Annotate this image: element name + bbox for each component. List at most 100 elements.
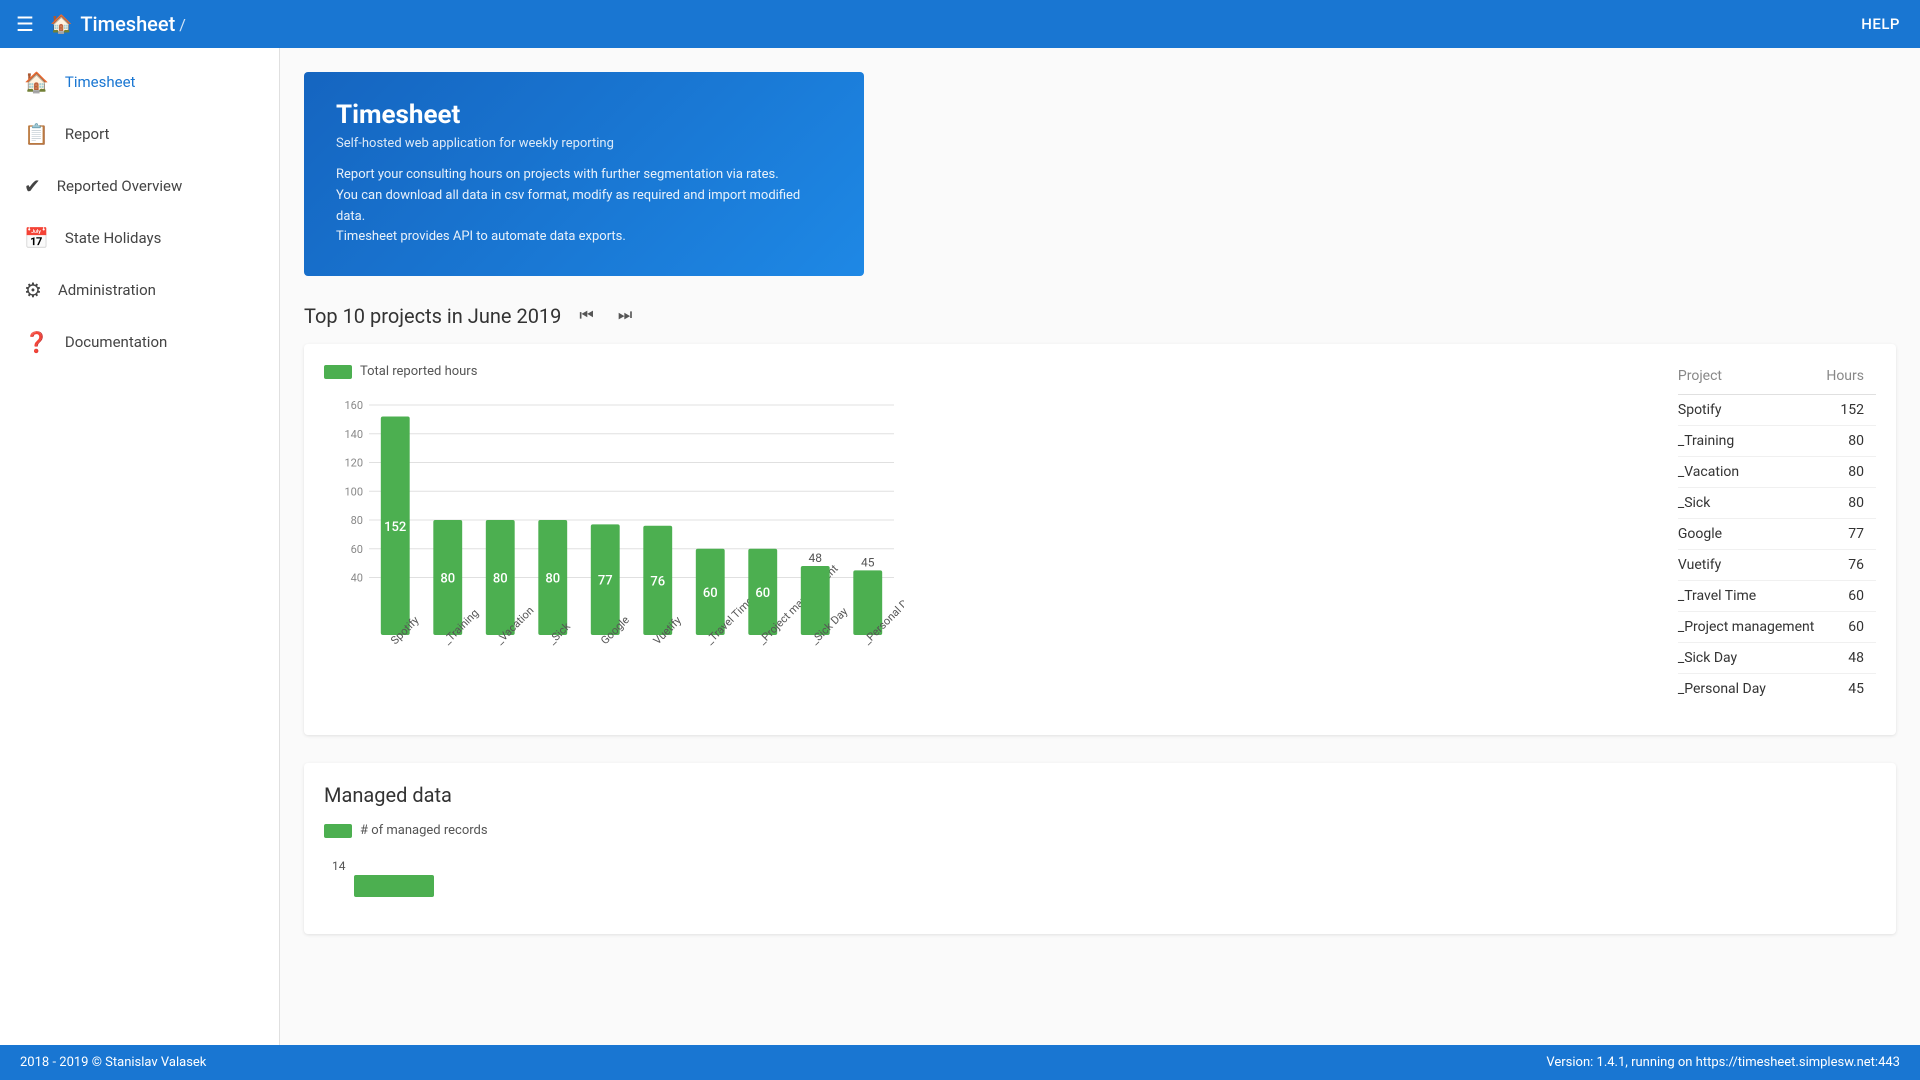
project-name: Spotify bbox=[1678, 395, 1826, 426]
menu-icon[interactable]: ☰ bbox=[16, 12, 34, 36]
bar-chart: 406080100120140160152Spotify80_Training8… bbox=[324, 395, 1638, 715]
next-button[interactable]: ⏭ bbox=[612, 305, 638, 327]
project-hours: 80 bbox=[1826, 457, 1876, 488]
help-link[interactable]: HELP bbox=[1861, 15, 1900, 33]
project-hours: 80 bbox=[1826, 426, 1876, 457]
project-hours: 45 bbox=[1826, 674, 1876, 705]
project-hours: 77 bbox=[1826, 519, 1876, 550]
project-hours: 80 bbox=[1826, 488, 1876, 519]
svg-text:76: 76 bbox=[650, 575, 665, 590]
sidebar-item-timesheet[interactable]: 🏠 Timesheet bbox=[0, 56, 279, 108]
chart-section: Total reported hours 40 60 80 100 120 140 160 1… bbox=[304, 344, 1896, 735]
svg-text:80: 80 bbox=[440, 572, 455, 587]
svg-text:160: 160 bbox=[344, 399, 363, 412]
hero-subtitle: Self-hosted web application for weekly r… bbox=[336, 136, 832, 151]
svg-text:140: 140 bbox=[344, 428, 363, 441]
project-name: _Travel Time bbox=[1678, 581, 1826, 612]
project-name: Vuetify bbox=[1678, 550, 1826, 581]
table-row: Vuetify76 bbox=[1678, 550, 1876, 581]
project-name: Google bbox=[1678, 519, 1826, 550]
gear-icon: ⚙ bbox=[24, 278, 42, 302]
sidebar-label-administration: Administration bbox=[58, 281, 156, 299]
sidebar-label-reported-overview: Reported Overview bbox=[57, 177, 182, 195]
svg-text:14: 14 bbox=[332, 859, 346, 873]
footer-version: Version: 1.4.1, running on https://times… bbox=[1546, 1055, 1900, 1070]
sidebar-item-reported-overview[interactable]: ✔ Reported Overview bbox=[0, 160, 279, 212]
svg-text:100: 100 bbox=[344, 485, 363, 498]
main-content: Timesheet Self-hosted web application fo… bbox=[280, 48, 1920, 1045]
chart-area: Total reported hours 40 60 80 100 120 140 160 1… bbox=[324, 364, 1638, 715]
svg-text:77: 77 bbox=[598, 574, 613, 589]
project-hours: 48 bbox=[1826, 643, 1876, 674]
project-name: _Personal Day bbox=[1678, 674, 1826, 705]
chart-section-header: Top 10 projects in June 2019 ⏮ ⏭ bbox=[304, 304, 1896, 328]
project-name: _Project management bbox=[1678, 612, 1826, 643]
table-row: Google77 bbox=[1678, 519, 1876, 550]
svg-text:45: 45 bbox=[861, 556, 875, 570]
svg-text:80: 80 bbox=[545, 572, 560, 587]
managed-legend-box bbox=[324, 824, 352, 838]
prev-button[interactable]: ⏮ bbox=[573, 305, 599, 327]
table-row: _Travel Time60 bbox=[1678, 581, 1876, 612]
clipboard-icon: 📋 bbox=[24, 122, 49, 146]
home-icon: 🏠 bbox=[24, 70, 49, 94]
footer-copyright: 2018 - 2019 © Stanislav Valasek bbox=[20, 1055, 206, 1070]
svg-text:60: 60 bbox=[351, 543, 363, 556]
sidebar-item-state-holidays[interactable]: 📅 State Holidays bbox=[0, 212, 279, 264]
project-name: _Training bbox=[1678, 426, 1826, 457]
project-name: _Vacation bbox=[1678, 457, 1826, 488]
svg-text:48: 48 bbox=[809, 551, 823, 565]
hero-desc: Report your consulting hours on projects… bbox=[336, 165, 832, 248]
chart-legend: Total reported hours bbox=[324, 364, 1638, 379]
project-hours: 60 bbox=[1826, 612, 1876, 643]
home-icon[interactable]: 🏠 bbox=[50, 14, 72, 35]
sidebar-label-state-holidays: State Holidays bbox=[65, 229, 161, 247]
svg-text:60: 60 bbox=[703, 586, 718, 601]
managed-bar bbox=[354, 875, 434, 897]
project-hours: 152 bbox=[1826, 395, 1876, 426]
col-hours: Hours bbox=[1826, 364, 1876, 395]
table-row: _Vacation80 bbox=[1678, 457, 1876, 488]
top-nav: ☰ 🏠 Timesheet / HELP bbox=[0, 0, 1920, 48]
sidebar-label-timesheet: Timesheet bbox=[65, 73, 136, 91]
app-title: Timesheet bbox=[80, 12, 175, 36]
footer: 2018 - 2019 © Stanislav Valasek Version:… bbox=[0, 1045, 1920, 1080]
col-project: Project bbox=[1678, 364, 1826, 395]
svg-text:152: 152 bbox=[384, 520, 406, 535]
legend-color-box bbox=[324, 365, 352, 379]
table-row: _Training80 bbox=[1678, 426, 1876, 457]
table-row: _Sick80 bbox=[1678, 488, 1876, 519]
svg-text:60: 60 bbox=[755, 586, 770, 601]
sidebar-item-administration[interactable]: ⚙ Administration bbox=[0, 264, 279, 316]
svg-text:80: 80 bbox=[493, 572, 508, 587]
chart-table: Project Hours Spotify152_Training80_Vaca… bbox=[1678, 364, 1876, 715]
project-hours: 76 bbox=[1826, 550, 1876, 581]
sidebar-item-documentation[interactable]: ❓ Documentation bbox=[0, 316, 279, 368]
project-name: _Sick Day bbox=[1678, 643, 1826, 674]
table-row: _Personal Day45 bbox=[1678, 674, 1876, 705]
svg-text:40: 40 bbox=[351, 572, 363, 585]
sidebar-label-documentation: Documentation bbox=[65, 333, 167, 351]
check-icon: ✔ bbox=[24, 174, 41, 198]
table-row: _Project management60 bbox=[1678, 612, 1876, 643]
project-hours: 60 bbox=[1826, 581, 1876, 612]
hero-card: Timesheet Self-hosted web application fo… bbox=[304, 72, 864, 276]
legend-label: Total reported hours bbox=[360, 364, 477, 379]
table-row: Spotify152 bbox=[1678, 395, 1876, 426]
svg-text:80: 80 bbox=[351, 514, 363, 527]
managed-section: Managed data # of managed records 14 bbox=[304, 763, 1896, 934]
managed-title: Managed data bbox=[324, 783, 1876, 807]
main-layout: 🏠 Timesheet 📋 Report ✔ Reported Overview… bbox=[0, 48, 1920, 1045]
hero-title: Timesheet bbox=[336, 100, 832, 130]
table-row: _Sick Day48 bbox=[1678, 643, 1876, 674]
sidebar-item-report[interactable]: 📋 Report bbox=[0, 108, 279, 160]
calendar-icon: 📅 bbox=[24, 226, 49, 250]
question-icon: ❓ bbox=[24, 330, 49, 354]
sidebar-label-report: Report bbox=[65, 125, 110, 143]
project-name: _Sick bbox=[1678, 488, 1826, 519]
managed-legend: # of managed records bbox=[324, 823, 1876, 838]
svg-text:120: 120 bbox=[344, 457, 363, 470]
sidebar: 🏠 Timesheet 📋 Report ✔ Reported Overview… bbox=[0, 48, 280, 1045]
managed-legend-label: # of managed records bbox=[360, 823, 488, 838]
breadcrumb-sep: / bbox=[179, 15, 186, 34]
